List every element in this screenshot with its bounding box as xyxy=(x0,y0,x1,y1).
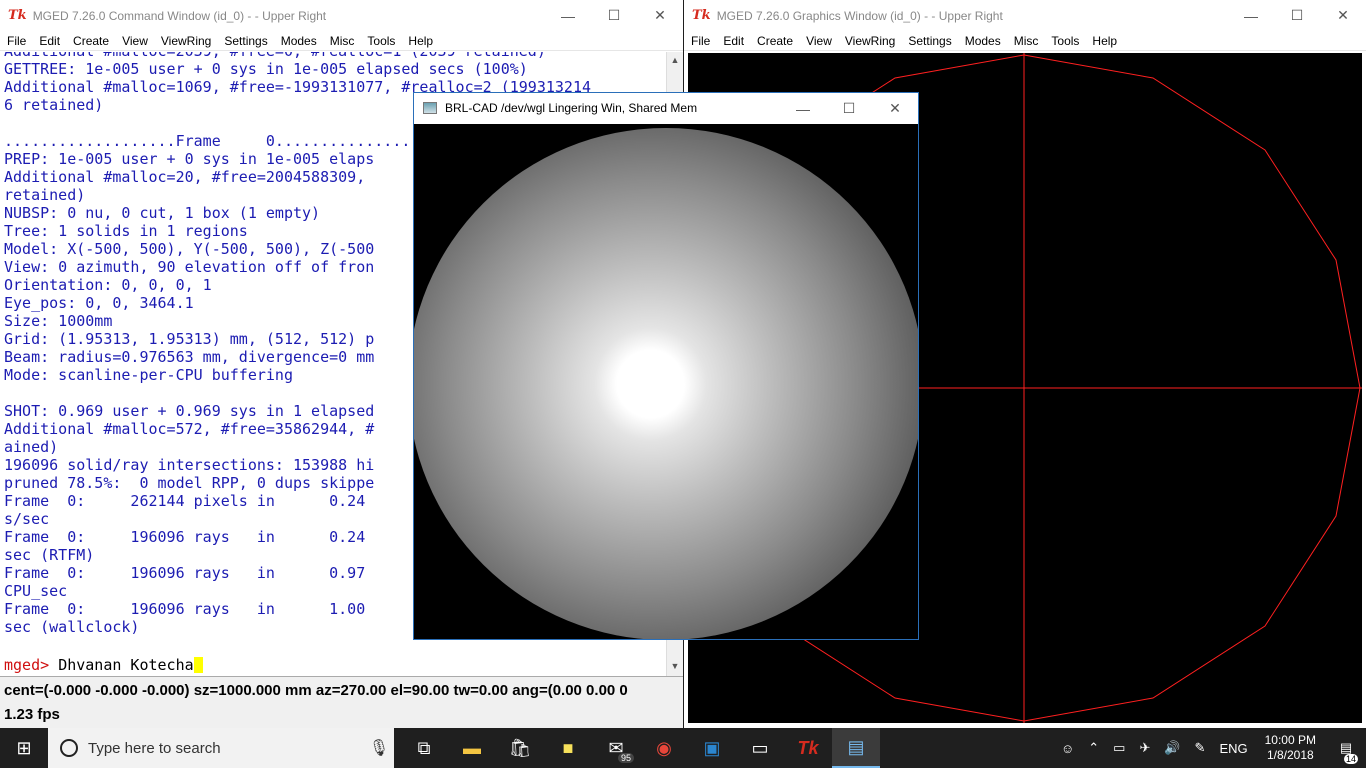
prompt-label: mged> xyxy=(4,656,59,674)
command-input[interactable]: Dhvanan Kotecha xyxy=(58,656,193,674)
tk-icon: Tk xyxy=(692,8,711,23)
microphone-icon[interactable]: 🎙 xyxy=(364,738,394,758)
menu-edit[interactable]: Edit xyxy=(716,34,750,48)
cortana-icon xyxy=(60,739,78,757)
close-button[interactable]: ✕ xyxy=(1320,0,1366,31)
mail-badge: 95 xyxy=(617,753,634,763)
tk-app-icon[interactable]: Tk xyxy=(784,728,832,768)
scroll-up-arrow-icon[interactable]: ▲ xyxy=(667,52,683,68)
close-button[interactable]: ✕ xyxy=(872,93,918,124)
chevron-up-icon[interactable]: ⌃ xyxy=(1081,740,1106,756)
command-window-titlebar[interactable]: Tk MGED 7.26.0 Command Window (id_0) - -… xyxy=(0,0,683,31)
menu-settings[interactable]: Settings xyxy=(217,34,273,48)
text-cursor xyxy=(193,657,203,673)
fps-readout: 1.23 fps xyxy=(4,706,60,723)
minimize-button[interactable]: — xyxy=(780,93,826,124)
tk-icon: Tk xyxy=(8,8,27,23)
menu-help[interactable]: Help xyxy=(401,34,439,48)
menu-view[interactable]: View xyxy=(115,34,154,48)
airplane-mode-icon[interactable]: ✈ xyxy=(1132,740,1157,756)
clock-time: 10:00 PM xyxy=(1264,733,1316,747)
menu-help[interactable]: Help xyxy=(1085,34,1123,48)
task-view-icon[interactable]: ⧉ xyxy=(400,728,448,768)
menu-viewring[interactable]: ViewRing xyxy=(838,34,901,48)
language-indicator[interactable]: ENG xyxy=(1212,741,1254,756)
action-center-icon[interactable]: ▤ 14 xyxy=(1326,740,1366,764)
minimize-button[interactable]: — xyxy=(545,0,591,31)
raytrace-canvas xyxy=(414,124,918,639)
view-status-line: cent=(-0.000 -0.000 -0.000) sz=1000.000 … xyxy=(4,682,628,699)
minimize-button[interactable]: — xyxy=(1228,0,1274,31)
people-icon[interactable]: ☺ xyxy=(1054,741,1081,756)
menu-edit[interactable]: Edit xyxy=(32,34,66,48)
notification-count: 14 xyxy=(1343,754,1358,764)
menu-misc[interactable]: Misc xyxy=(1007,34,1045,48)
menu-create[interactable]: Create xyxy=(750,34,799,48)
store-icon[interactable]: 🛍 xyxy=(496,728,544,768)
search-placeholder: Type here to search xyxy=(88,739,221,757)
window-title: MGED 7.26.0 Graphics Window (id_0) - - U… xyxy=(716,8,1003,23)
framebuffer-window: BRL-CAD /dev/wgl Lingering Win, Shared M… xyxy=(413,92,919,640)
sticky-notes-icon[interactable]: ■ xyxy=(544,728,592,768)
rendered-sphere xyxy=(414,128,918,639)
menu-modes[interactable]: Modes xyxy=(274,34,323,48)
command-menubar: File Edit Create View ViewRing Settings … xyxy=(0,31,683,51)
menu-view[interactable]: View xyxy=(799,34,838,48)
windows-start-icon[interactable]: ⊞ xyxy=(0,728,48,768)
menu-settings[interactable]: Settings xyxy=(901,34,957,48)
maximize-button[interactable]: ☐ xyxy=(1274,0,1320,31)
pen-icon[interactable]: ✎ xyxy=(1188,740,1213,756)
command-prompt[interactable]: mged> Dhvanan Kotecha xyxy=(4,656,203,674)
scroll-down-arrow-icon[interactable]: ▼ xyxy=(667,658,683,674)
mail-icon[interactable]: ✉ 95 xyxy=(592,728,640,768)
menu-modes[interactable]: Modes xyxy=(958,34,1007,48)
framebuffer-app-icon xyxy=(423,102,437,114)
taskbar-search[interactable]: Type here to search 🎙 xyxy=(48,728,394,768)
window-title: BRL-CAD /dev/wgl Lingering Win, Shared M… xyxy=(445,101,698,115)
clock[interactable]: 10:00 PM 1/8/2018 xyxy=(1255,733,1326,763)
console-line: GETTREE: 1e-005 user + 0 sys in 1e-005 e… xyxy=(4,60,528,78)
clock-date: 1/8/2018 xyxy=(1266,748,1314,762)
command-prompt-icon[interactable]: ▭ xyxy=(736,728,784,768)
graphics-menubar: File Edit Create View ViewRing Settings … xyxy=(684,31,1366,51)
battery-icon[interactable]: ▭ xyxy=(1106,740,1132,756)
framebuffer-titlebar[interactable]: BRL-CAD /dev/wgl Lingering Win, Shared M… xyxy=(414,93,918,123)
system-tray: ☺ ⌃ ▭ ✈ 🔊 ✎ ENG 10:00 PM 1/8/2018 ▤ 14 xyxy=(1054,728,1366,768)
status-bar: cent=(-0.000 -0.000 -0.000) sz=1000.000 … xyxy=(0,676,683,728)
chrome-icon[interactable]: ◉ xyxy=(640,728,688,768)
trello-icon[interactable]: ▣ xyxy=(688,728,736,768)
menu-file[interactable]: File xyxy=(0,34,32,48)
close-button[interactable]: ✕ xyxy=(637,0,683,31)
taskbar: ⊞ Type here to search 🎙 ⧉ ▬ 🛍 ■ ✉ 95 ◉ ▣ … xyxy=(0,728,1366,768)
maximize-button[interactable]: ☐ xyxy=(591,0,637,31)
menu-tools[interactable]: Tools xyxy=(1044,34,1085,48)
menu-misc[interactable]: Misc xyxy=(323,34,361,48)
file-explorer-icon[interactable]: ▬ xyxy=(448,728,496,768)
menu-file[interactable]: File xyxy=(684,34,716,48)
window-title: MGED 7.26.0 Command Window (id_0) - - Up… xyxy=(32,8,327,23)
menu-create[interactable]: Create xyxy=(66,34,115,48)
console-line: Additional #malloc=2039, #free=0, #reall… xyxy=(0,52,591,60)
volume-icon[interactable]: 🔊 xyxy=(1157,740,1187,756)
graphics-window-titlebar[interactable]: Tk MGED 7.26.0 Graphics Window (id_0) - … xyxy=(684,0,1366,31)
menu-tools[interactable]: Tools xyxy=(360,34,401,48)
menu-viewring[interactable]: ViewRing xyxy=(154,34,217,48)
maximize-button[interactable]: ☐ xyxy=(826,93,872,124)
brlcad-framebuffer-icon[interactable]: ▤ xyxy=(832,728,880,768)
